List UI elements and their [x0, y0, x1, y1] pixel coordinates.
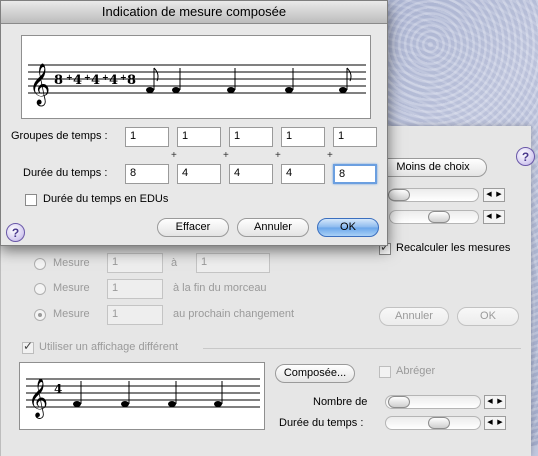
beat-duration-slider[interactable]	[385, 416, 481, 430]
left-arrow-icon[interactable]: ◀	[484, 211, 494, 223]
group-field-4[interactable]: 1	[281, 127, 325, 147]
second-stepper[interactable]: ◀ ▶	[483, 210, 505, 224]
abbreviate-label: Abréger	[396, 365, 436, 377]
svg-text:+: +	[120, 72, 127, 82]
alt-staff-preview: 𝄞 4	[19, 362, 265, 430]
radio-measure-label: Mesure	[53, 282, 90, 294]
right-arrow-icon[interactable]: ▶	[494, 189, 504, 201]
edus-checkbox[interactable]	[25, 194, 37, 206]
number-of-slider[interactable]	[385, 395, 481, 409]
clear-button[interactable]: Effacer	[157, 218, 229, 237]
svg-text:+: +	[84, 72, 91, 82]
svg-text:+: +	[66, 72, 73, 82]
composite-button[interactable]: Composée...	[275, 364, 355, 383]
main-cancel-button[interactable]: Annuler	[379, 307, 449, 326]
dialog-title: Indication de mesure composée	[1, 1, 387, 24]
dialog-help-button[interactable]: ?	[6, 223, 25, 242]
groups-label: Groupes de temps :	[11, 130, 108, 142]
next-change-label: au prochain changement	[173, 308, 295, 320]
group-field-1[interactable]: 1	[125, 127, 169, 147]
duration-label: Durée du temps :	[23, 167, 108, 179]
radio-measure-range[interactable]	[34, 258, 46, 270]
main-ok-button[interactable]: OK	[457, 307, 519, 326]
treble-clef-icon: 𝄞	[28, 378, 48, 419]
measure-next-field[interactable]: 1	[107, 305, 163, 325]
alt-display-checkbox[interactable]	[22, 339, 34, 354]
group-field-5[interactable]: 1	[333, 127, 377, 147]
svg-text:8: 8	[54, 73, 63, 88]
second-slider-knob[interactable]	[428, 211, 450, 223]
duration-field-3[interactable]: 4	[229, 164, 273, 184]
alt-staff-svg: 𝄞 4	[26, 378, 260, 419]
staff-svg: 𝄞 8 + 4 + 4 + 4 + 8	[28, 63, 366, 106]
beat-duration-stepper[interactable]: ◀ ▶	[484, 416, 506, 430]
alt-display-label: Utiliser un affichage différent	[39, 341, 179, 353]
beat-duration-knob[interactable]	[428, 417, 450, 429]
edus-label: Durée du temps en EDUs	[43, 193, 169, 205]
svg-text:4: 4	[73, 73, 82, 88]
plus-sign: +	[171, 150, 177, 161]
radio-measure-label: Mesure	[53, 257, 90, 269]
group-field-2[interactable]: 1	[177, 127, 221, 147]
second-slider-track[interactable]	[389, 210, 479, 224]
left-arrow-icon[interactable]: ◀	[485, 417, 495, 429]
duration-field-4[interactable]: 4	[281, 164, 325, 184]
radio-measure-label: Mesure	[53, 308, 90, 320]
svg-text:4: 4	[91, 73, 100, 88]
measure-to-field[interactable]: 1	[196, 253, 270, 273]
svg-text:8: 8	[127, 73, 136, 88]
duration-field-2[interactable]: 4	[177, 164, 221, 184]
duration-field-5[interactable]: 8	[333, 164, 377, 184]
right-arrow-icon[interactable]: ▶	[495, 396, 505, 408]
staff-preview: 𝄞 8 + 4 + 4 + 4 + 8	[21, 35, 371, 119]
right-arrow-icon[interactable]: ▶	[494, 211, 504, 223]
plus-sign: +	[275, 150, 281, 161]
top-stepper[interactable]: ◀ ▶	[483, 188, 505, 202]
dialog-ok-button[interactable]: OK	[317, 218, 379, 237]
right-arrow-icon[interactable]: ▶	[495, 417, 505, 429]
to-label: à	[171, 257, 178, 269]
top-slider-knob[interactable]	[388, 189, 410, 201]
composite-meter-dialog: Indication de mesure composée 𝄞 8 + 4 + 4 +…	[0, 0, 388, 246]
group-field-3[interactable]: 1	[229, 127, 273, 147]
end-of-piece-label: à la fin du morceau	[173, 282, 267, 294]
beat-duration-label: Durée du temps :	[279, 417, 364, 429]
left-arrow-icon[interactable]: ◀	[485, 396, 495, 408]
duration-field-1[interactable]: 8	[125, 164, 169, 184]
dialog-cancel-button[interactable]: Annuler	[237, 218, 309, 237]
radio-measure-next[interactable]	[34, 309, 46, 321]
number-of-stepper[interactable]: ◀ ▶	[484, 395, 506, 409]
fewer-choices-button[interactable]: Moins de choix	[379, 158, 487, 177]
number-of-label: Nombre de	[313, 396, 368, 408]
number-of-knob[interactable]	[388, 396, 410, 408]
svg-text:+: +	[102, 72, 109, 82]
top-slider-track[interactable]	[388, 188, 479, 202]
measure-from-field[interactable]: 1	[107, 253, 163, 273]
recalc-label: Recalculer les mesures	[396, 242, 511, 254]
left-arrow-icon[interactable]: ◀	[484, 189, 494, 201]
abbreviate-checkbox[interactable]	[379, 366, 391, 378]
radio-measure-end[interactable]	[34, 283, 46, 295]
measure-end-field[interactable]: 1	[107, 279, 163, 299]
help-button[interactable]: ?	[516, 147, 535, 166]
svg-text:4: 4	[109, 73, 118, 88]
separator	[203, 348, 521, 349]
quarter-notes	[73, 381, 223, 407]
plus-sign: +	[327, 150, 333, 161]
plus-sign: +	[223, 150, 229, 161]
treble-clef-icon: 𝄞	[29, 63, 50, 106]
svg-text:4: 4	[54, 382, 62, 396]
